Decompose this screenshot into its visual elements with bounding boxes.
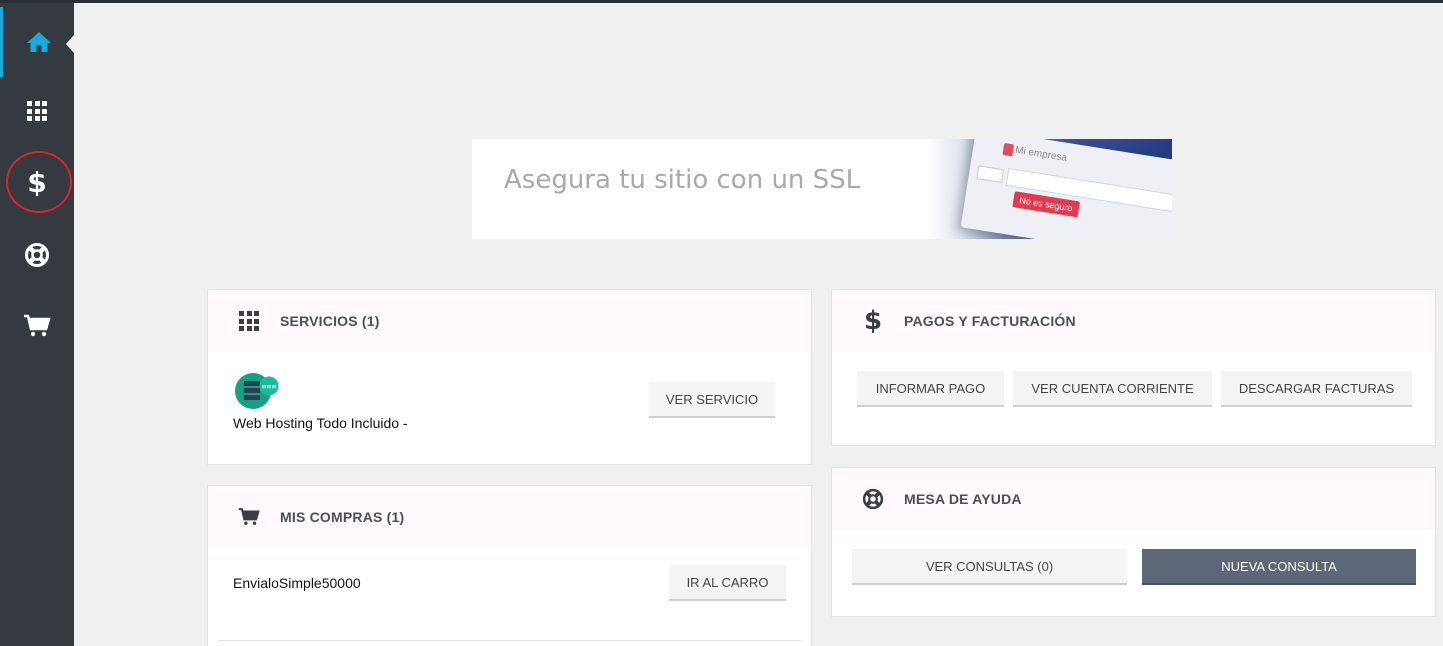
sidebar-item-support[interactable] xyxy=(0,220,74,290)
top-border xyxy=(0,0,1443,3)
grid-icon xyxy=(239,311,259,331)
cart-icon xyxy=(24,314,51,337)
download-invoices-button[interactable]: DESCARGAR FACTURAS xyxy=(1221,371,1412,407)
sidebar-item-services[interactable] xyxy=(0,76,74,146)
sidebar-active-caret xyxy=(66,35,74,53)
billing-panel-title: PAGOS Y FACTURACIÓN xyxy=(904,313,1076,329)
billing-panel-header: $ PAGOS Y FACTURACIÓN xyxy=(832,290,1435,352)
view-service-button[interactable]: VER SERVICIO xyxy=(649,382,775,418)
browser-tab-label: Mi empresa xyxy=(1014,144,1068,164)
hosting-logo: www xyxy=(235,373,279,409)
divider xyxy=(218,640,801,641)
browser-nav-arrows xyxy=(976,165,1005,184)
sidebar: $ xyxy=(0,3,74,646)
view-tickets-button[interactable]: VER CONSULTAS (0) xyxy=(852,549,1127,585)
dollar-icon: $ xyxy=(863,306,883,336)
account-statement-button[interactable]: VER CUENTA CORRIENTE xyxy=(1013,371,1212,407)
lock-icon xyxy=(1002,142,1015,157)
sidebar-item-cart[interactable] xyxy=(0,291,74,361)
helpdesk-panel-header: MESA DE AYUDA xyxy=(832,468,1435,530)
purchases-panel-header: MIS COMPRAS (1) xyxy=(208,486,811,548)
home-icon xyxy=(26,32,51,52)
helpdesk-panel: MESA DE AYUDA VER CONSULTAS (0) NUEVA CO… xyxy=(831,467,1436,617)
grid-icon xyxy=(27,101,47,121)
service-name: Web Hosting Todo Incluido - xyxy=(233,415,408,431)
highlight-circle xyxy=(6,151,72,213)
billing-panel: $ PAGOS Y FACTURACIÓN INFORMAR PAGO VER … xyxy=(831,289,1436,446)
lifebuoy-icon xyxy=(862,488,884,510)
cart-icon xyxy=(238,508,260,526)
banner-title: Asegura tu sitio con un SSL xyxy=(504,165,861,195)
banner-illustration: Mi empresa No es seguro xyxy=(927,139,1172,239)
services-panel: SERVICIOS (1) www Web Hosting Todo Inclu… xyxy=(207,289,812,465)
report-payment-button[interactable]: INFORMAR PAGO xyxy=(857,371,1004,407)
purchases-panel-title: MIS COMPRAS (1) xyxy=(280,509,405,525)
ssl-banner[interactable]: Asegura tu sitio con un SSL Mi empresa N… xyxy=(472,139,1172,239)
purchases-panel: MIS COMPRAS (1) EnvialoSimple50000 IR AL… xyxy=(207,485,812,646)
browser-illustration: Mi empresa No es seguro xyxy=(960,139,1172,239)
sidebar-item-home[interactable] xyxy=(0,7,74,77)
www-badge: www xyxy=(262,384,277,391)
new-ticket-button[interactable]: NUEVA CONSULTA xyxy=(1142,549,1416,585)
go-to-cart-button[interactable]: IR AL CARRO xyxy=(669,565,786,601)
helpdesk-panel-title: MESA DE AYUDA xyxy=(904,491,1022,507)
services-panel-title: SERVICIOS (1) xyxy=(280,313,380,329)
services-panel-header: SERVICIOS (1) xyxy=(208,290,811,352)
lifebuoy-icon xyxy=(25,243,49,267)
purchase-name: EnvialoSimple50000 xyxy=(233,575,361,591)
